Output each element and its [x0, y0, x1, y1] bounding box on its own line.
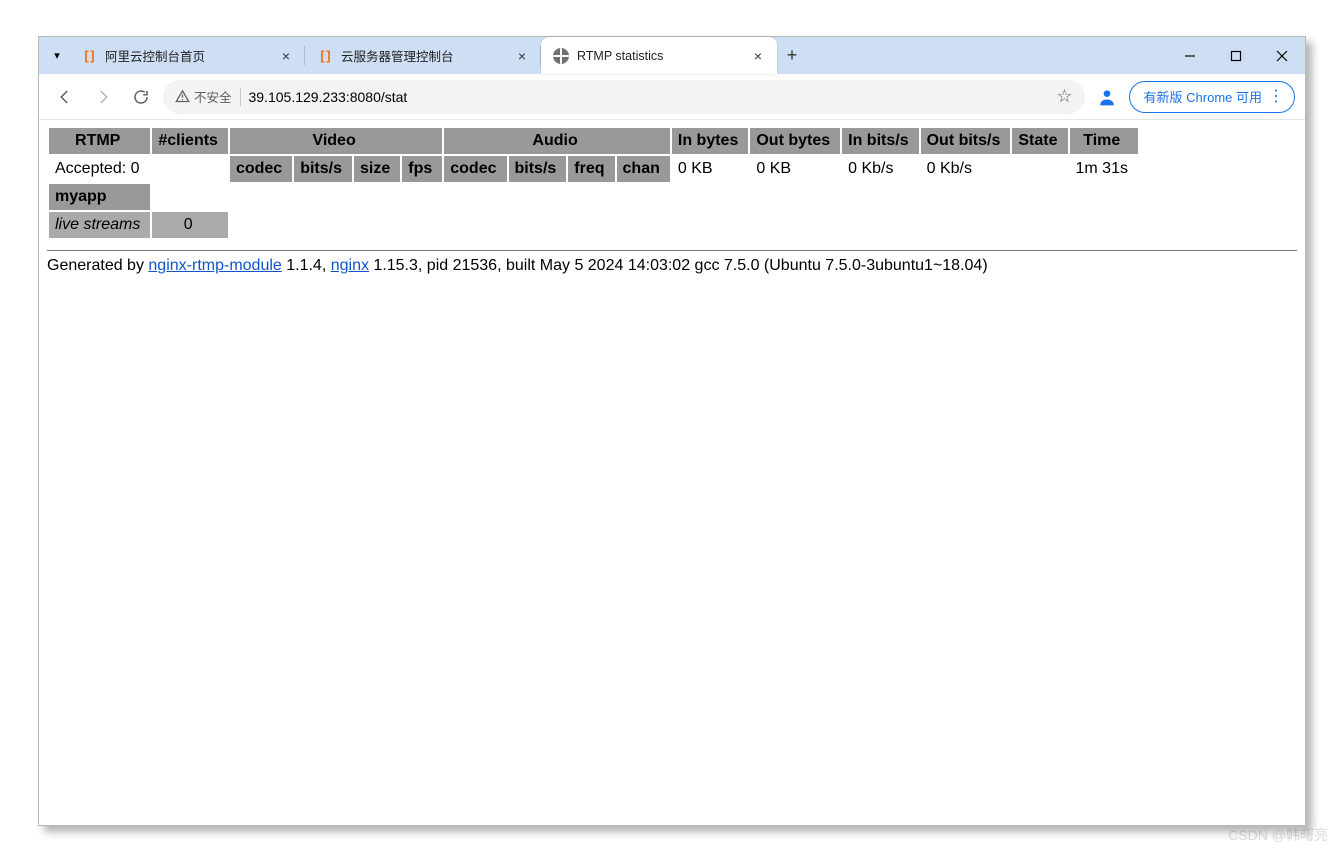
subcol-a-freq: freq	[568, 156, 614, 182]
col-out-bytes: Out bytes	[750, 128, 840, 154]
table-server-row: Accepted: 0 codec bits/s size fps codec …	[49, 156, 1138, 182]
in-bits-cell: 0 Kb/s	[842, 156, 918, 182]
col-clients: #clients	[152, 128, 228, 154]
aliyun-icon: [ ]	[81, 48, 97, 64]
warning-icon	[175, 89, 190, 104]
subcol-a-chan: chan	[617, 156, 670, 182]
bookmark-icon[interactable]: ☆	[1056, 86, 1072, 107]
footer-text: Generated by nginx-rtmp-module 1.1.4, ng…	[47, 257, 1297, 275]
tab-aliyun-home[interactable]: [ ] 阿里云控制台首页 ×	[69, 37, 305, 74]
app-name-cell[interactable]: myapp	[49, 184, 150, 210]
tab-title: RTMP statistics	[577, 49, 741, 63]
page-content: RTMP #clients Video Audio In bytes Out b…	[39, 120, 1305, 825]
subcol-a-bits: bits/s	[509, 156, 567, 182]
insecure-badge[interactable]: 不安全	[175, 87, 232, 106]
tab-search-button[interactable]: ▾	[45, 37, 69, 74]
col-time: Time	[1070, 128, 1138, 154]
subcol-a-codec: codec	[444, 156, 506, 182]
tab-ecs-console[interactable]: [ ] 云服务器管理控制台 ×	[305, 37, 541, 74]
subcol-v-bits: bits/s	[294, 156, 352, 182]
close-window-button[interactable]	[1259, 37, 1305, 74]
minimize-button[interactable]	[1167, 37, 1213, 74]
close-icon[interactable]: ×	[749, 47, 767, 65]
col-audio: Audio	[444, 128, 670, 154]
aliyun-icon: [ ]	[317, 48, 333, 64]
time-cell: 1m 31s	[1070, 156, 1138, 182]
maximize-button[interactable]	[1213, 37, 1259, 74]
table-app-row: myapp	[49, 184, 1138, 210]
subcol-v-fps: fps	[402, 156, 442, 182]
update-label: 有新版 Chrome 可用	[1144, 87, 1262, 106]
tab-title: 阿里云控制台首页	[105, 46, 269, 65]
close-icon[interactable]: ×	[513, 47, 531, 65]
live-streams-label[interactable]: live streams	[49, 212, 150, 238]
table-header-row: RTMP #clients Video Audio In bytes Out b…	[49, 128, 1138, 154]
col-in-bytes: In bytes	[672, 128, 748, 154]
col-video: Video	[230, 128, 442, 154]
back-button[interactable]	[49, 81, 81, 113]
close-icon[interactable]: ×	[277, 47, 295, 65]
col-out-bits: Out bits/s	[921, 128, 1011, 154]
rtmp-stats-table: RTMP #clients Video Audio In bytes Out b…	[47, 126, 1140, 240]
footer-mid1: 1.1.4,	[282, 257, 331, 274]
col-state: State	[1012, 128, 1067, 154]
link-nginx[interactable]: nginx	[331, 257, 369, 274]
in-bytes-cell: 0 KB	[672, 156, 748, 182]
new-tab-button[interactable]: +	[777, 37, 807, 74]
forward-button[interactable]	[87, 81, 119, 113]
footer-suffix: 1.15.3, pid 21536, built May 5 2024 14:0…	[369, 257, 988, 274]
subcol-v-codec: codec	[230, 156, 292, 182]
window-controls	[1167, 37, 1305, 74]
col-in-bits: In bits/s	[842, 128, 918, 154]
clients-cell	[152, 156, 228, 182]
chrome-update-button[interactable]: 有新版 Chrome 可用 ⋮	[1129, 81, 1295, 113]
tab-title: 云服务器管理控制台	[341, 46, 505, 65]
out-bytes-cell: 0 KB	[750, 156, 840, 182]
col-rtmp: RTMP	[49, 128, 150, 154]
footer-prefix: Generated by	[47, 257, 148, 274]
subcol-v-size: size	[354, 156, 400, 182]
tab-rtmp-stats[interactable]: RTMP statistics ×	[541, 37, 777, 74]
address-bar: 不安全 39.105.129.233:8080/stat ☆ 有新版 Chrom…	[39, 74, 1305, 120]
watermark: CSDN @韩曙亮	[1228, 825, 1328, 845]
table-live-row: live streams 0	[49, 212, 1138, 238]
accepted-cell: Accepted: 0	[49, 156, 150, 182]
out-bits-cell: 0 Kb/s	[921, 156, 1011, 182]
browser-window: ▾ [ ] 阿里云控制台首页 × [ ] 云服务器管理控制台 × RTMP st…	[38, 36, 1306, 826]
url-field[interactable]: 不安全 39.105.129.233:8080/stat ☆	[163, 80, 1085, 114]
url-text: 39.105.129.233:8080/stat	[249, 89, 408, 105]
separator	[47, 250, 1297, 251]
tab-strip: ▾ [ ] 阿里云控制台首页 × [ ] 云服务器管理控制台 × RTMP st…	[39, 37, 1305, 74]
globe-icon	[553, 48, 569, 64]
separator	[240, 88, 241, 106]
profile-button[interactable]	[1091, 81, 1123, 113]
insecure-label: 不安全	[194, 87, 232, 106]
live-streams-count: 0	[152, 212, 228, 238]
link-nginx-rtmp-module[interactable]: nginx-rtmp-module	[148, 257, 281, 274]
state-cell	[1012, 156, 1067, 182]
reload-button[interactable]	[125, 81, 157, 113]
